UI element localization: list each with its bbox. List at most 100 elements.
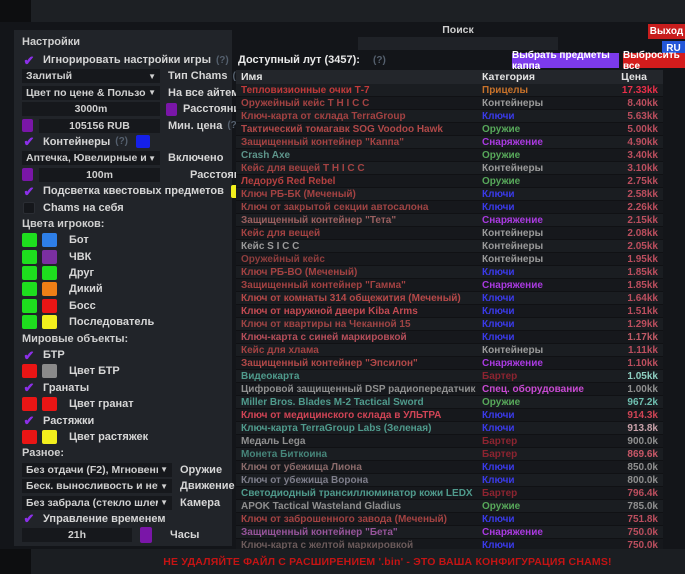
all-items-dropdown[interactable]: Цвет по цене & Пользователь ▼ bbox=[22, 86, 160, 100]
check-icon[interactable] bbox=[22, 348, 36, 362]
player-color-swatch-2[interactable] bbox=[42, 266, 57, 280]
table-row[interactable]: Оружейный кейс Т Н I С С Контейнеры 8.40… bbox=[236, 97, 663, 110]
table-row[interactable]: Светодиодный трансиллюминатор кожи LEDX … bbox=[236, 487, 663, 500]
table-row[interactable]: Ледоруб Red Rebel Оружие 2.75kk bbox=[236, 175, 663, 188]
column-category[interactable]: Категория bbox=[482, 71, 588, 83]
player-color-swatch-2[interactable] bbox=[42, 233, 57, 247]
table-row[interactable]: Ключ от квартиры на Чеканной 15 Ключи 1.… bbox=[236, 318, 663, 331]
table-row[interactable]: Кейс для вещей Т Н I С С Контейнеры 3.10… bbox=[236, 162, 663, 175]
grenades-row[interactable]: Гранаты bbox=[22, 381, 224, 395]
table-row[interactable]: Ключ РБ-ВО (Меченый) Ключи 1.85kk bbox=[236, 266, 663, 279]
player-color-swatch-1[interactable] bbox=[22, 315, 37, 329]
check-icon[interactable] bbox=[22, 512, 36, 526]
grenade-color-swatch-1[interactable] bbox=[22, 397, 37, 411]
chams-type-dropdown[interactable]: Залитый ▼ bbox=[22, 69, 160, 83]
player-color-swatch-2[interactable] bbox=[42, 282, 57, 296]
table-row[interactable]: Защищенный контейнер "Эпсилон" Снаряжени… bbox=[236, 357, 663, 370]
table-row[interactable]: Оружейный кейс Контейнеры 1.95kk bbox=[236, 253, 663, 266]
column-name[interactable]: Имя bbox=[236, 71, 482, 83]
table-row[interactable]: Ключ-карта TerraGroup Labs (Зеленая) Клю… bbox=[236, 422, 663, 435]
tripwire-color-swatch-1[interactable] bbox=[22, 430, 37, 444]
chams-self-row[interactable]: Chams на себя bbox=[22, 201, 224, 215]
containers-distance-color-swatch[interactable] bbox=[22, 168, 33, 181]
table-row[interactable]: Монета Биткоина Бартер 869.6k bbox=[236, 448, 663, 461]
item-name: Защищенный контейнер "Бета" bbox=[236, 527, 482, 538]
column-price[interactable]: Цена bbox=[588, 71, 663, 83]
player-color-swatch-2[interactable] bbox=[42, 315, 57, 329]
ignore-game-settings-row[interactable]: Игнорировать настройки игры (?) bbox=[22, 53, 224, 67]
grenade-color-swatch-2[interactable] bbox=[42, 397, 57, 411]
table-row[interactable]: Защищенный контейнер "Тета" Снаряжение 2… bbox=[236, 214, 663, 227]
player-color-swatch-1[interactable] bbox=[22, 233, 37, 247]
player-color-swatch-2[interactable] bbox=[42, 250, 57, 264]
select-kappa-items-button[interactable]: Выбрать предметы каппа bbox=[512, 53, 619, 68]
quest-highlight-row[interactable]: Подсветка квестовых предметов bbox=[22, 184, 224, 198]
containers-row[interactable]: Контейнеры (?) bbox=[22, 135, 224, 149]
table-row[interactable]: Ключ от заброшенного завода (Меченый) Кл… bbox=[236, 513, 663, 526]
camera-dropdown[interactable]: Без забрала (стекло шлема) ▼ bbox=[22, 496, 172, 510]
time-control-row[interactable]: Управление временем bbox=[22, 512, 224, 526]
table-row[interactable]: Crash Axe Оружие 3.40kk bbox=[236, 149, 663, 162]
table-row[interactable]: Кейс для вещей Контейнеры 2.08kk bbox=[236, 227, 663, 240]
containers-distance-input[interactable]: 100m bbox=[39, 168, 160, 182]
table-row[interactable]: Защищенный контейнер "Гамма" Снаряжение … bbox=[236, 279, 663, 292]
item-category: Контейнеры bbox=[482, 98, 588, 109]
item-name: Ключ от медицинского склада в УЛЬТРА bbox=[236, 410, 482, 421]
hours-input[interactable]: 21h bbox=[22, 528, 132, 542]
table-row[interactable]: Ключ от наружной двери Kiba Arms Ключи 1… bbox=[236, 305, 663, 318]
item-name: Кейс для вещей Т Н I С С bbox=[236, 163, 482, 174]
table-row[interactable]: Ключ от убежища Ворона Ключи 800.0k bbox=[236, 474, 663, 487]
containers-filter-dropdown[interactable]: Аптечка, Ювелирные и... ▼ bbox=[22, 151, 160, 165]
table-row[interactable]: Тепловизионные очки Т-7 Прицелы 17.33kk bbox=[236, 84, 663, 97]
distance-color-swatch[interactable] bbox=[166, 103, 177, 116]
checkbox-unchecked[interactable] bbox=[23, 202, 35, 214]
player-color-swatch-1[interactable] bbox=[22, 266, 37, 280]
table-row[interactable]: Кейс для хлама Контейнеры 1.11kk bbox=[236, 344, 663, 357]
item-price: 3.10kk bbox=[588, 163, 663, 174]
check-icon[interactable] bbox=[22, 53, 36, 67]
check-icon[interactable] bbox=[22, 414, 36, 428]
check-icon[interactable] bbox=[22, 184, 36, 198]
hours-color-swatch[interactable] bbox=[140, 527, 152, 543]
table-row[interactable]: Видеокарта Бартер 1.05kk bbox=[236, 370, 663, 383]
exit-button[interactable]: Выход bbox=[648, 24, 685, 39]
table-row[interactable]: Ключ-карта с желтой маркировкой Ключи 75… bbox=[236, 539, 663, 549]
check-icon[interactable] bbox=[22, 135, 36, 149]
player-color-swatch-1[interactable] bbox=[22, 299, 37, 313]
min-price-input[interactable]: 105156 RUB bbox=[39, 119, 160, 133]
table-row[interactable]: Защищенный контейнер "Каппа" Снаряжение … bbox=[236, 136, 663, 149]
movement-dropdown[interactable]: Беск. выносливость и нет уста ▼ bbox=[22, 479, 172, 493]
table-row[interactable]: Ключ-карта с синей маркировкой Ключи 1.1… bbox=[236, 331, 663, 344]
player-color-swatch-1[interactable] bbox=[22, 282, 37, 296]
tripwires-row[interactable]: Растяжки bbox=[22, 414, 224, 428]
drop-all-button[interactable]: Выбросить все bbox=[623, 53, 685, 68]
table-row[interactable]: APOK Tactical Wasteland Gladius Оружие 7… bbox=[236, 500, 663, 513]
table-row[interactable]: Ключ РБ-БК (Меченый) Ключи 2.58kk bbox=[236, 188, 663, 201]
btr-color-swatch-1[interactable] bbox=[22, 364, 37, 378]
player-color-label: Последователь bbox=[69, 316, 154, 328]
containers-color-swatch[interactable] bbox=[136, 135, 150, 148]
btr-row[interactable]: БТР bbox=[22, 348, 224, 362]
table-row[interactable]: Медаль Lega Бартер 900.0k bbox=[236, 435, 663, 448]
check-icon[interactable] bbox=[22, 381, 36, 395]
table-row[interactable]: Ключ от медицинского склада в УЛЬТРА Клю… bbox=[236, 409, 663, 422]
table-row[interactable]: Тактический томагавк SOG Voodoo Hawk Ору… bbox=[236, 123, 663, 136]
table-row[interactable]: Ключ от закрытой секции автосалона Ключи… bbox=[236, 201, 663, 214]
search-input[interactable] bbox=[358, 37, 558, 50]
min-price-color-swatch[interactable] bbox=[22, 119, 33, 132]
player-color-swatch-2[interactable] bbox=[42, 299, 57, 313]
weapon-dropdown[interactable]: Без отдачи (F2), Мгновенное п ▼ bbox=[22, 463, 172, 477]
table-row[interactable]: Кейс S I C C Контейнеры 2.05kk bbox=[236, 240, 663, 253]
table-row[interactable]: Ключ-карта от склада TerraGroup Ключи 5.… bbox=[236, 110, 663, 123]
item-price: 750.0k bbox=[588, 540, 663, 550]
tripwire-color-swatch-2[interactable] bbox=[42, 430, 57, 444]
player-color-swatch-1[interactable] bbox=[22, 250, 37, 264]
table-row[interactable]: Ключ от комнаты 314 общежития (Меченый) … bbox=[236, 292, 663, 305]
distance-input[interactable]: 3000m bbox=[22, 102, 160, 116]
table-row[interactable]: Защищенный контейнер "Бета" Снаряжение 7… bbox=[236, 526, 663, 539]
table-row[interactable]: Miller Bros. Blades M-2 Tactical Sword О… bbox=[236, 396, 663, 409]
btr-color-swatch-2[interactable] bbox=[42, 364, 57, 378]
table-row[interactable]: Ключ от убежища Лиона Ключи 850.0k bbox=[236, 461, 663, 474]
table-row[interactable]: Цифровой защищенный DSP радиопередатчик … bbox=[236, 383, 663, 396]
item-price: 2.05kk bbox=[588, 241, 663, 252]
